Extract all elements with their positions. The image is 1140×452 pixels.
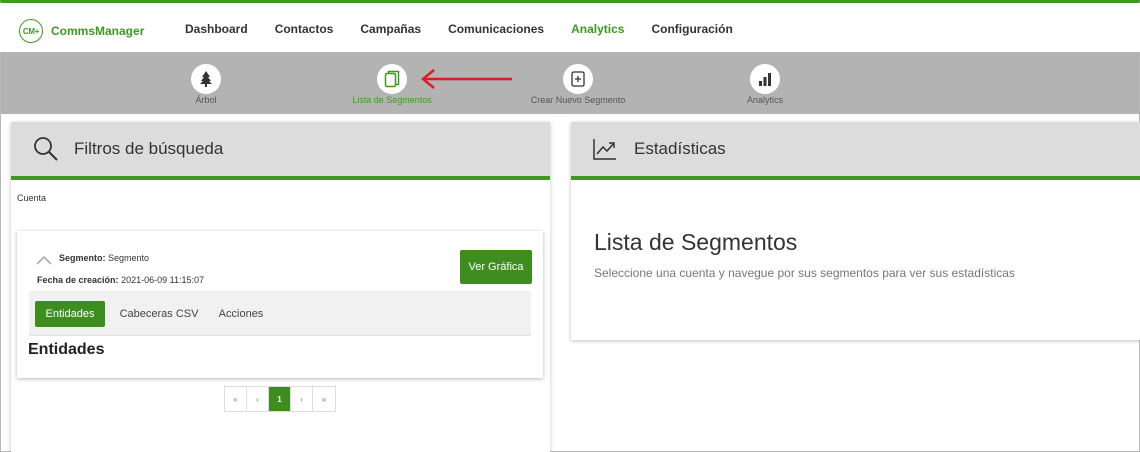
app-name: CommsManager <box>51 24 145 38</box>
statistics-panel: Estadísticas Lista de Segmentos Seleccio… <box>571 122 1140 340</box>
tab-cabeceras-csv[interactable]: Cabeceras CSV <box>113 301 205 327</box>
view-chart-button[interactable]: Ver Gráfica <box>460 250 532 284</box>
prev-page-button[interactable]: ‹ <box>247 387 269 411</box>
tree-icon <box>191 64 221 94</box>
stats-heading: Lista de Segmentos <box>594 229 798 255</box>
segment-list-icon <box>377 64 407 94</box>
creation-date-label: Fecha de creación: <box>37 275 119 285</box>
segment-name: Segmento: Segmento <box>59 253 149 263</box>
current-page-button[interactable]: 1 <box>269 387 291 411</box>
creation-date: Fecha de creación: 2021-06-09 11:15:07 <box>37 275 204 285</box>
trend-chart-icon <box>593 136 619 162</box>
main-menu: Dashboard Contactos Campañas Comunicacio… <box>185 22 760 36</box>
last-page-button[interactable]: » <box>313 387 335 411</box>
menu-item-configuracion[interactable]: Configuración <box>651 22 732 36</box>
segment-card: Segmento: Segmento Fecha de creación: 20… <box>17 231 543 378</box>
section-title: Entidades <box>28 341 105 358</box>
subnav-label: Analytics <box>746 95 783 105</box>
new-segment-icon <box>563 64 593 94</box>
segment-label: Segmento: <box>59 253 106 263</box>
tab-acciones[interactable]: Acciones <box>209 301 273 327</box>
top-navigation: CM+ CommsManager Dashboard Contactos Cam… <box>0 3 1140 52</box>
chevron-up-icon[interactable] <box>36 252 52 270</box>
segment-tabs: Entidades Cabeceras CSV Acciones <box>29 291 531 336</box>
stats-message: Seleccione una cuenta y navegue por sus … <box>594 266 1015 280</box>
panel-title: Filtros de búsqueda <box>74 139 224 158</box>
analytics-subnav: Árbol Lista de Segmentos Crear Nuevo Seg… <box>1 52 1139 114</box>
subnav-label: Crear Nuevo Segmento <box>530 95 626 105</box>
menu-item-campanas[interactable]: Campañas <box>360 22 421 36</box>
menu-item-analytics[interactable]: Analytics <box>571 22 624 36</box>
creation-date-value: 2021-06-09 11:15:07 <box>121 275 204 285</box>
search-icon <box>33 136 59 162</box>
panel-header: Filtros de búsqueda <box>11 122 550 180</box>
subnav-item-crear-segmento[interactable]: Crear Nuevo Segmento <box>498 64 658 105</box>
tab-entidades[interactable]: Entidades <box>35 301 105 327</box>
bar-chart-icon <box>750 64 780 94</box>
panel-title: Estadísticas <box>634 139 726 158</box>
annotation-arrow-icon <box>421 69 512 89</box>
segment-value: Segmento <box>108 253 150 263</box>
app-logo[interactable]: CM+ CommsManager <box>19 19 144 43</box>
subnav-label: Árbol <box>195 95 217 105</box>
first-page-button[interactable]: « <box>225 387 247 411</box>
cuenta-label: Cuenta <box>17 193 47 203</box>
subnav-label: Lista de Segmentos <box>352 95 432 105</box>
search-filters-panel: Filtros de búsqueda Cuenta Segmento: Seg… <box>11 122 550 452</box>
menu-item-dashboard[interactable]: Dashboard <box>185 22 248 36</box>
subnav-item-arbol[interactable]: Árbol <box>126 64 286 105</box>
logo-mark: CM+ <box>19 19 43 43</box>
pagination: « ‹ 1 › » <box>224 386 336 412</box>
menu-item-contactos[interactable]: Contactos <box>275 22 334 36</box>
menu-item-comunicaciones[interactable]: Comunicaciones <box>448 22 544 36</box>
panel-header: Estadísticas <box>571 122 1140 180</box>
subnav-item-analytics[interactable]: Analytics <box>685 64 845 105</box>
next-page-button[interactable]: › <box>291 387 313 411</box>
